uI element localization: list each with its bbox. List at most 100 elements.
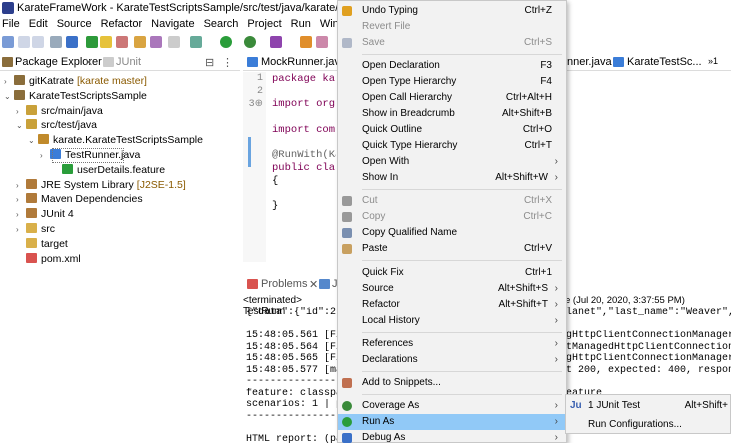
menu-separator bbox=[362, 260, 562, 262]
menu-item-open-with[interactable]: Open With › bbox=[338, 154, 566, 170]
menu-item-label: Run As bbox=[362, 416, 395, 428]
tree-item-decoration: [karate master] bbox=[76, 75, 147, 87]
menu-item-copy[interactable]: Copy Ctrl+C bbox=[338, 209, 566, 225]
toolbar bbox=[0, 33, 340, 51]
menu-item-quick-fix[interactable]: Quick Fix Ctrl+1 bbox=[338, 265, 566, 281]
close-icon[interactable]: ✕ bbox=[84, 56, 93, 69]
menu-item-save[interactable]: Save Ctrl+S bbox=[338, 35, 566, 51]
tab-karatetestsc[interactable]: KarateTestSc... bbox=[627, 56, 702, 68]
console-line: gHttpClientConnectionManager - Co bbox=[566, 330, 731, 341]
debug-run-icon[interactable] bbox=[190, 36, 202, 48]
menu-item-shortcut: Ctrl+C bbox=[523, 211, 552, 223]
menu-item-run-as[interactable]: Run As › bbox=[338, 414, 566, 431]
menu-item-cut[interactable]: Cut Ctrl+X bbox=[338, 193, 566, 209]
menu-item-label: Local History bbox=[362, 314, 420, 326]
submenu-item-run-configurations[interactable]: Run Configurations... bbox=[566, 416, 730, 434]
menu-item-open-type-hierarchy[interactable]: Open Type Hierarchy F4 bbox=[338, 74, 566, 90]
menu-item-revert-file[interactable]: Revert File bbox=[338, 19, 566, 35]
line-number: 2 bbox=[256, 85, 263, 97]
tab-mockrunner[interactable]: MockRunner.java bbox=[261, 56, 346, 68]
collapse-all-icon[interactable]: ⊟ bbox=[205, 56, 214, 69]
submenu-arrow-icon: › bbox=[554, 337, 558, 349]
close-icon[interactable]: ✕ bbox=[309, 278, 318, 291]
debug-toolbar-icon[interactable] bbox=[66, 36, 78, 48]
paragraph-icon[interactable] bbox=[168, 36, 180, 48]
menu-search[interactable]: Search bbox=[204, 18, 239, 30]
save-all-icon[interactable] bbox=[32, 36, 44, 48]
tree-item[interactable]: ⌄ src/test/java bbox=[16, 118, 100, 133]
copy-qualified-icon bbox=[342, 228, 352, 239]
menu-item-source[interactable]: Source Alt+Shift+S › bbox=[338, 281, 566, 297]
tree-item[interactable]: › gitKatrate [karate master] bbox=[4, 74, 147, 89]
coverage-toolbar-icon[interactable] bbox=[244, 36, 256, 48]
menu-item-show-in[interactable]: Show In Alt+Shift+W › bbox=[338, 170, 566, 186]
tree-item[interactable]: › JRE System Library [J2SE-1.5] bbox=[16, 178, 186, 193]
menu-file[interactable]: File bbox=[2, 18, 20, 30]
tree-toggle-icon[interactable]: › bbox=[16, 222, 26, 237]
tab-testrunner[interactable]: nner.java bbox=[567, 56, 612, 68]
menu-item-undo-typing[interactable]: Undo Typing Ctrl+Z bbox=[338, 3, 566, 19]
tree-item[interactable]: › JUnit 4 bbox=[16, 207, 77, 222]
tree-toggle-icon[interactable]: › bbox=[16, 178, 26, 193]
menu-item-refactor[interactable]: Refactor Alt+Shift+T › bbox=[338, 297, 566, 313]
menu-item-quick-outline[interactable]: Quick Outline Ctrl+O bbox=[338, 122, 566, 138]
menu-run[interactable]: Run bbox=[291, 18, 311, 30]
tree-toggle-icon[interactable]: › bbox=[4, 74, 14, 89]
menu-item-open-call-hierarchy[interactable]: Open Call Hierarchy Ctrl+Alt+H bbox=[338, 90, 566, 106]
menu-item-local-history[interactable]: Local History › bbox=[338, 313, 566, 329]
menu-item-add-to-snippets[interactable]: Add to Snippets... bbox=[338, 375, 566, 391]
menu-item-copy-qualified-name[interactable]: Copy Qualified Name bbox=[338, 225, 566, 241]
tree-item-icon bbox=[26, 193, 37, 204]
tree-toggle-icon[interactable]: › bbox=[16, 104, 26, 119]
menu-item-coverage-as[interactable]: Coverage As › bbox=[338, 398, 566, 414]
code-line: import com.in bbox=[272, 123, 336, 136]
menu-item-quick-type-hierarchy[interactable]: Quick Type Hierarchy Ctrl+T bbox=[338, 138, 566, 154]
more-tabs-icon[interactable]: »1 bbox=[708, 56, 718, 66]
tree-toggle-icon[interactable]: ⌄ bbox=[28, 133, 38, 148]
menu-item-label: Copy bbox=[362, 211, 386, 223]
tree-toggle-icon[interactable]: › bbox=[16, 207, 26, 222]
toggle-icon[interactable] bbox=[116, 36, 128, 48]
tree-toggle-icon[interactable]: ⌄ bbox=[4, 89, 14, 104]
open-type-icon[interactable] bbox=[134, 36, 146, 48]
menu-navigate[interactable]: Navigate bbox=[151, 18, 194, 30]
menu-item-references[interactable]: References › bbox=[338, 336, 566, 352]
skip-breakpoints-icon[interactable] bbox=[86, 36, 98, 48]
tree-item[interactable]: ⌄ karate.KarateTestScriptsSample bbox=[28, 133, 206, 148]
tree-toggle-icon[interactable]: › bbox=[16, 192, 26, 207]
tree-toggle-icon[interactable]: ⌄ bbox=[16, 118, 26, 133]
tab-problems[interactable]: Problems bbox=[261, 278, 307, 290]
menu-item-declarations[interactable]: Declarations › bbox=[338, 352, 566, 368]
print-icon[interactable] bbox=[50, 36, 62, 48]
external-tools-icon[interactable] bbox=[270, 36, 282, 48]
menu-refactor[interactable]: Refactor bbox=[101, 18, 143, 30]
menu-item-open-declaration[interactable]: Open Declaration F3 bbox=[338, 58, 566, 74]
tree-item[interactable]: ⌄ KarateTestScriptsSample bbox=[4, 89, 150, 104]
new-java-class-icon[interactable] bbox=[300, 36, 312, 48]
menu-item-show-in-breadcrumb[interactable]: Show in Breadcrumb Alt+Shift+B bbox=[338, 106, 566, 122]
menu-item-paste[interactable]: Paste Ctrl+V bbox=[338, 241, 566, 257]
menu-item-debug-as[interactable]: Debug As › bbox=[338, 430, 566, 443]
tree-item[interactable]: › Maven Dependencies bbox=[16, 192, 146, 207]
submenu-item-junit-test[interactable]: Ju 1 JUnit Test Alt+Shift+ bbox=[566, 397, 730, 415]
run-toolbar-icon[interactable] bbox=[220, 36, 232, 48]
menu-edit[interactable]: Edit bbox=[29, 18, 48, 30]
menu-item-label: Source bbox=[362, 282, 394, 294]
new-icon[interactable] bbox=[2, 36, 14, 48]
menu-source[interactable]: Source bbox=[57, 18, 92, 30]
console-line: 15:48:05.564 [Fina bbox=[246, 341, 338, 353]
search-toolbar-icon[interactable] bbox=[150, 36, 162, 48]
menu-project[interactable]: Project bbox=[247, 18, 281, 30]
mark-occurrences-icon[interactable] bbox=[100, 36, 112, 48]
new-package-icon[interactable] bbox=[316, 36, 328, 48]
tree-item[interactable]: › src/main/java bbox=[16, 104, 106, 119]
tree-item[interactable]: target bbox=[16, 237, 71, 252]
save-icon[interactable] bbox=[18, 36, 30, 48]
console-line: -------------------- bbox=[246, 376, 338, 387]
tree-toggle-icon[interactable]: › bbox=[40, 148, 50, 163]
view-menu-icon[interactable]: ⋮ bbox=[222, 56, 233, 69]
tree-item[interactable]: › src bbox=[16, 222, 58, 237]
tab-junit[interactable]: JUnit bbox=[116, 56, 141, 68]
tree-item[interactable]: pom.xml bbox=[16, 252, 84, 267]
tree-item[interactable]: userDetails.feature bbox=[52, 163, 168, 178]
